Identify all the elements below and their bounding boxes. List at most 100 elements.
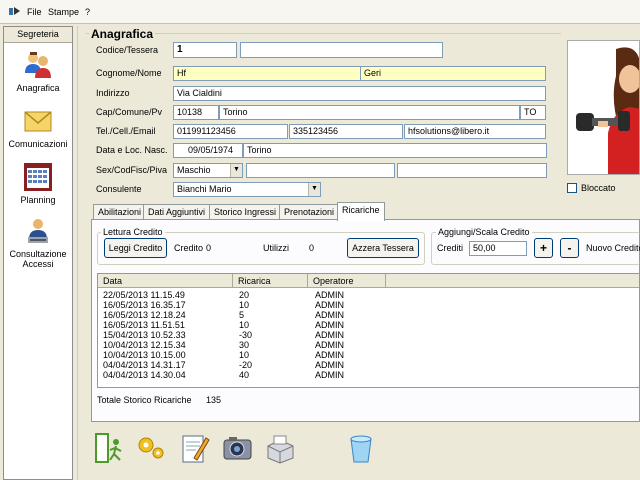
column-header-empty (386, 274, 639, 288)
camera-button[interactable] (217, 428, 257, 468)
table-row[interactable]: 04/04/2013 14.30.04 40 ADMIN (98, 370, 639, 380)
cell-field[interactable]: 335123456 (289, 124, 403, 139)
cell-operatore: ADMIN (315, 370, 344, 380)
tel-field[interactable]: 011991123456 (173, 124, 288, 139)
sidebar-item-label: Consultazione Accessi (9, 249, 67, 269)
menu-stampe[interactable]: Stampe (48, 7, 79, 17)
utilizzi-value: 0 (309, 243, 315, 253)
label-cap-comune-pv: Cap/Comune/Pv (96, 107, 163, 117)
chevron-down-icon[interactable]: ▼ (308, 183, 320, 196)
cell-ricarica: 10 (239, 300, 250, 310)
comune-field[interactable]: Torino (219, 105, 520, 120)
cell-data: 22/05/2013 11.15.49 (103, 290, 185, 300)
cell-ricarica: 5 (239, 310, 245, 320)
exit-button[interactable] (88, 428, 128, 468)
cognome-field[interactable]: Hf (173, 66, 361, 81)
luogo-nascita-field[interactable]: Torino (243, 143, 547, 158)
sidebar-item-label: Anagrafica (16, 83, 60, 93)
member-photo[interactable] (567, 40, 640, 175)
app-icon[interactable] (9, 6, 21, 17)
sidebar-item-consultazione-accessi[interactable]: Consultazione Accessi (4, 215, 72, 269)
groupbox-line (86, 33, 561, 34)
table-row[interactable]: 15/04/2013 10.52.33 -30 ADMIN (98, 330, 639, 340)
data-nascita-field[interactable]: 09/05/1974 (173, 143, 243, 158)
delete-button[interactable] (341, 428, 381, 468)
indirizzo-field[interactable]: Via Cialdini (173, 86, 546, 101)
tessera-field[interactable] (240, 42, 443, 58)
menu-help[interactable]: ? (85, 7, 90, 17)
cell-ricarica: -30 (239, 330, 253, 340)
sidebar-item-planning[interactable]: Planning (4, 161, 72, 205)
column-header-operatore[interactable]: Operatore (308, 274, 386, 288)
cell-data: 10/04/2013 12.15.34 (103, 340, 186, 350)
cell-ricarica: 40 (239, 370, 250, 380)
tab-storico-ingressi[interactable]: Storico Ingressi (209, 204, 282, 220)
bloccato-label: Bloccato (581, 183, 616, 193)
chevron-down-icon[interactable]: ▼ (230, 164, 242, 177)
exit-icon (95, 433, 122, 463)
cell-operatore: ADMIN (315, 330, 344, 340)
crediti-field[interactable]: 50,00 (469, 241, 527, 256)
sex-select-value: Maschio (177, 165, 211, 175)
tab-dati-aggiuntivi[interactable]: Dati Aggiuntivi (143, 204, 211, 220)
users-icon (25, 52, 51, 78)
nome-field[interactable]: Geri (360, 66, 546, 81)
sidebar-item-comunicazioni[interactable]: Comunicazioni (4, 105, 72, 149)
sex-select[interactable]: Maschio ▼ (173, 163, 243, 178)
nuovo-credito-label: Nuovo Credito (586, 243, 640, 253)
crediti-label: Crediti (437, 243, 464, 253)
print-button[interactable] (260, 428, 300, 468)
label-codice-tessera: Codice/Tessera (96, 45, 159, 55)
label-tel-cell-email: Tel./Cell./Email (96, 126, 156, 136)
label-sex-codfisc-piva: Sex/CodFisc/Piva (96, 165, 168, 175)
sidebar-title: Segreteria (4, 27, 72, 43)
pv-field[interactable]: TO (520, 105, 546, 120)
tab-ricariche[interactable]: Ricariche (337, 202, 385, 221)
cell-data: 15/04/2013 10.52.33 (103, 330, 186, 340)
cell-operatore: ADMIN (315, 320, 344, 330)
cap-field[interactable]: 10138 (173, 105, 219, 120)
settings-button[interactable] (131, 428, 171, 468)
menu-file[interactable]: File (27, 7, 42, 17)
tab-prenotazioni[interactable]: Prenotazioni (279, 204, 340, 220)
cell-operatore: ADMIN (315, 340, 344, 350)
edit-button[interactable] (174, 428, 214, 468)
cell-ricarica: -20 (239, 360, 253, 370)
tab-abilitazioni[interactable]: Abilitazioni (93, 204, 147, 220)
table-row[interactable]: 16/05/2013 11.51.51 10 ADMIN (98, 320, 639, 330)
cell-operatore: ADMIN (315, 350, 344, 360)
leggi-credito-button[interactable]: Leggi Credito (104, 238, 167, 258)
table-row[interactable]: 16/05/2013 12.18.24 5 ADMIN (98, 310, 639, 320)
table-row[interactable]: 04/04/2013 14.31.17 -20 ADMIN (98, 360, 639, 370)
consulente-select[interactable]: Bianchi Mario ▼ (173, 182, 321, 197)
credito-label: Credito (174, 243, 204, 253)
table-row[interactable]: 10/04/2013 12.15.34 30 ADMIN (98, 340, 639, 350)
cell-operatore: ADMIN (315, 300, 344, 310)
column-header-data[interactable]: Data (98, 274, 233, 288)
menu-bar: File Stampe ? (0, 0, 640, 24)
totale-ricariche-value: 135 (206, 395, 222, 405)
cell-data: 04/04/2013 14.30.04 (103, 370, 186, 380)
cell-data: 04/04/2013 14.31.17 (103, 360, 186, 370)
edit-icon (182, 435, 210, 463)
table-row[interactable]: 16/05/2013 16.35.17 10 ADMIN (98, 300, 639, 310)
table-row[interactable]: 10/04/2013 10.15.00 10 ADMIN (98, 350, 639, 360)
codice-field[interactable]: 1 (173, 42, 237, 58)
cell-ricarica: 20 (239, 290, 250, 300)
envelope-icon (24, 111, 52, 132)
email-field[interactable]: hfsolutions@libero.it (404, 124, 546, 139)
table-row[interactable]: 22/05/2013 11.15.49 20 ADMIN (98, 290, 639, 300)
sidebar-item-anagrafica[interactable]: Anagrafica (4, 49, 72, 93)
column-header-ricarica[interactable]: Ricarica (233, 274, 308, 288)
azzera-tessera-button[interactable]: Azzera Tessera (347, 238, 419, 258)
ricariche-table[interactable]: Data Ricarica Operatore 22/05/2013 11.15… (97, 273, 640, 388)
add-credit-button[interactable]: + (534, 238, 553, 258)
subtract-credit-button[interactable]: - (560, 238, 579, 258)
cell-data: 16/05/2013 11.51.51 (103, 320, 185, 330)
codfisc-field[interactable] (246, 163, 395, 178)
piva-field[interactable] (397, 163, 547, 178)
calendar-icon (24, 163, 52, 191)
camera-icon (223, 437, 252, 460)
sidebar-item-label: Planning (20, 195, 56, 205)
bloccato-checkbox[interactable] (567, 183, 577, 193)
